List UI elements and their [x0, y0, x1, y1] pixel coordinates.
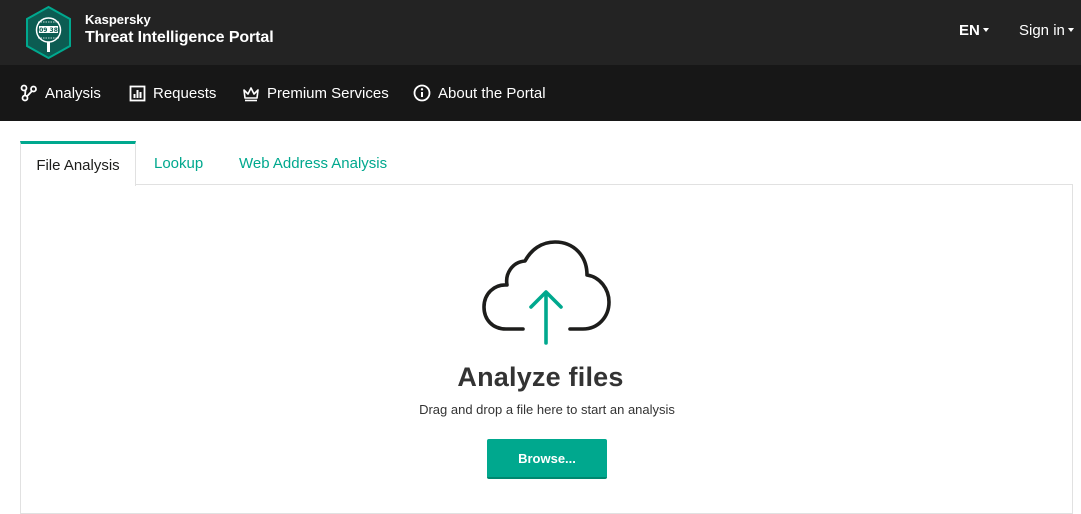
kaspersky-logo[interactable]: 09 38: [23, 5, 74, 60]
upload-title: Analyze files: [457, 362, 624, 392]
cloud-upload-icon: [482, 240, 611, 345]
language-label: EN: [959, 22, 980, 39]
nav-premium-label: Premium Services: [267, 84, 389, 102]
tab-web-address-analysis[interactable]: Web Address Analysis: [239, 141, 387, 185]
requests-chart-icon: [129, 85, 146, 101]
main-nav: Analysis Requests Premium Services About…: [0, 65, 1081, 121]
nav-requests[interactable]: Requests: [129, 65, 216, 121]
tab-file-analysis[interactable]: File Analysis: [20, 141, 136, 186]
brand-small: Kaspersky: [85, 12, 151, 27]
upload-subtitle: Drag and drop a file here to start an an…: [419, 402, 675, 417]
nav-analysis-label: Analysis: [45, 84, 101, 102]
top-header: 09 38 Kaspersky Threat Intelligence Port…: [0, 0, 1081, 65]
info-icon: [413, 84, 431, 102]
nav-about-portal[interactable]: About the Portal: [413, 65, 546, 121]
browse-button[interactable]: Browse...: [487, 439, 607, 479]
nav-analysis[interactable]: Analysis: [20, 65, 101, 121]
signin-dropdown[interactable]: Sign in: [1019, 22, 1074, 39]
signin-label: Sign in: [1019, 22, 1065, 39]
nav-about-label: About the Portal: [438, 84, 546, 102]
chevron-down-icon: [982, 28, 989, 33]
chevron-down-icon: [1067, 28, 1074, 33]
brand-title: Threat Intelligence Portal: [85, 29, 274, 46]
nav-premium-services[interactable]: Premium Services: [242, 65, 389, 121]
svg-text:09 38: 09 38: [39, 27, 58, 34]
nav-requests-label: Requests: [153, 84, 217, 102]
analysis-graph-icon: [20, 84, 37, 102]
crown-icon: [243, 86, 259, 101]
brand[interactable]: Kaspersky Threat Intelligence Portal: [85, 11, 274, 48]
analysis-tabs: File Analysis Lookup Web Address Analysi…: [20, 141, 1073, 186]
tab-lookup[interactable]: Lookup: [154, 141, 203, 185]
language-dropdown[interactable]: EN: [959, 22, 989, 39]
